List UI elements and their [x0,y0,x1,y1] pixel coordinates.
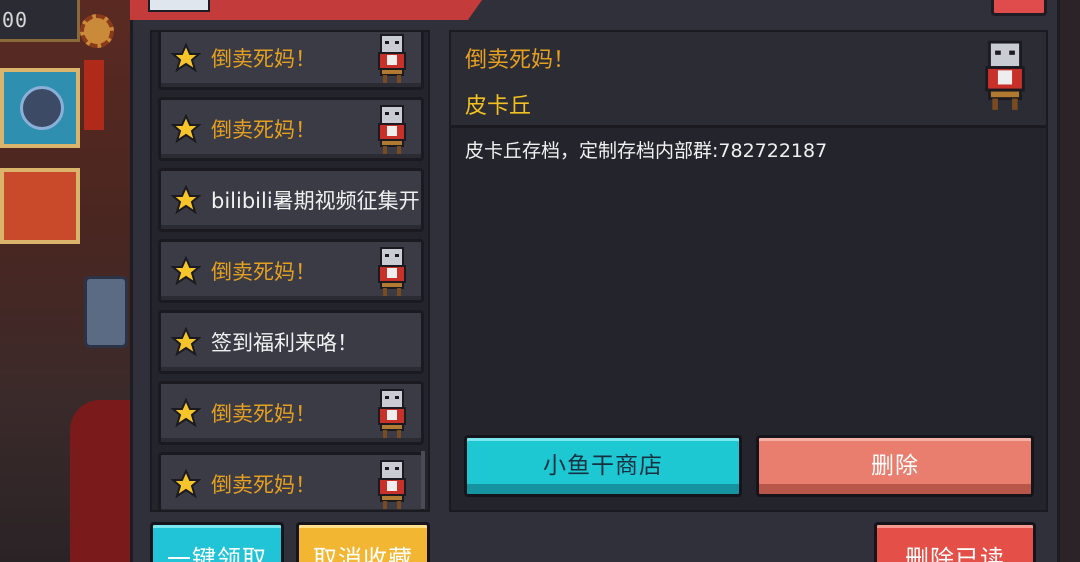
star-icon [171,469,201,499]
poster-weapon [0,168,80,244]
list-item[interactable]: 签到福利来咯！ [158,310,424,374]
cat-avatar-icon [375,246,409,298]
claim-all-label: 一键领取 [167,545,267,562]
cat-avatar-icon [375,459,409,510]
list-item[interactable]: 倒卖死妈！ [158,239,424,303]
list-item-title: 倒卖死妈！ [211,402,316,426]
list-item[interactable]: 倒卖死妈！ [158,97,424,161]
robot-character [84,276,128,348]
cat-avatar-icon [375,33,409,85]
unfavorite-label: 取消收藏 [313,545,413,562]
star-icon [171,256,201,286]
panel-title-tab [130,0,482,20]
mail-body: 皮卡丘存档，定制存档内部群:782722187 [465,140,828,162]
robot-face-icon [20,86,64,130]
claim-all-button[interactable]: 一键领取 [150,522,284,562]
coin-counter-value: 00 [2,8,29,32]
star-icon [171,43,201,73]
list-item-title: 倒卖死妈！ [211,118,316,142]
list-item[interactable]: 倒卖死妈！ [158,32,424,90]
list-item-title: 签到福利来咯！ [211,331,358,355]
list-item[interactable]: 倒卖死妈！ [158,381,424,445]
cat-avatar-icon [375,388,409,440]
delete-read-button[interactable]: 删除已读 [874,522,1036,562]
mail-detail-header: 倒卖死妈！ 皮卡丘 [451,32,1046,128]
flower-decoration-icon [80,14,114,48]
star-icon [171,327,201,357]
delete-read-label: 删除已读 [905,545,1005,562]
delete-button[interactable]: 删除 [756,435,1034,497]
cat-avatar-icon [981,38,1029,114]
fish-shop-button[interactable]: 小鱼干商店 [464,435,742,497]
list-item-title: 倒卖死妈！ [211,473,316,497]
unfavorite-button[interactable]: 取消收藏 [296,522,430,562]
star-icon [171,114,201,144]
mail-list[interactable]: 倒卖死妈！ 倒卖死妈！ bilibili暑期视频征集开 倒卖死妈！ 签到福利来咯… [150,30,430,512]
coin-counter: 00 [0,0,80,42]
star-icon [171,185,201,215]
mail-title: 倒卖死妈！ [465,48,576,73]
cat-avatar-icon [375,104,409,156]
close-button[interactable] [991,0,1047,16]
list-item[interactable]: bilibili暑期视频征集开 [158,168,424,232]
star-icon [171,398,201,428]
game-background: 00 [0,0,140,562]
list-scrollbar[interactable] [421,451,425,509]
fish-shop-label: 小鱼干商店 [543,453,663,479]
mail-sender: 皮卡丘 [465,94,532,119]
list-item-title: 倒卖死妈！ [211,260,316,284]
delete-label: 删除 [871,453,919,479]
poster-robot [0,68,80,148]
list-item-title: 倒卖死妈！ [211,47,316,71]
list-item-title: bilibili暑期视频征集开 [211,189,420,213]
mail-tab-icon [148,0,210,12]
list-item[interactable]: 倒卖死妈！ [158,452,424,510]
banner-decoration [84,60,104,130]
